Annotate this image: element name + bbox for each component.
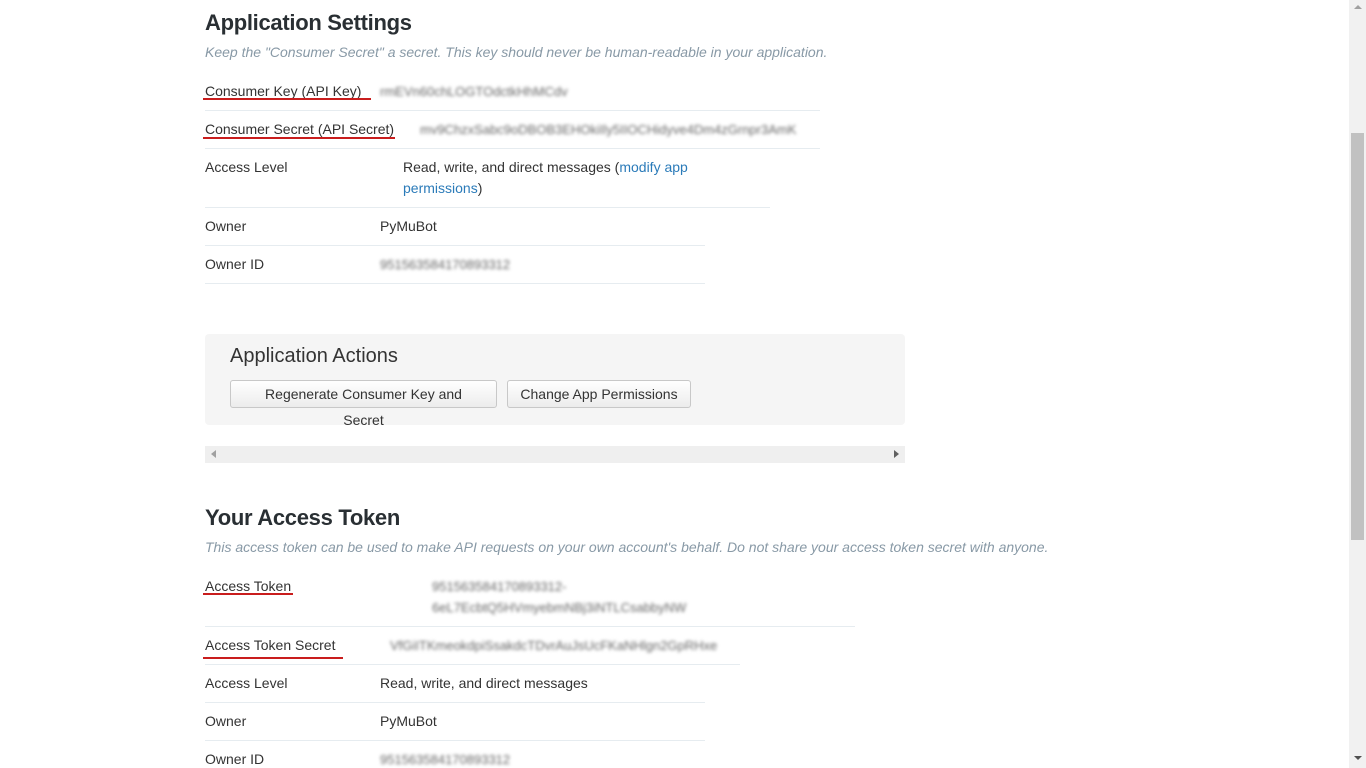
- row-divider: [205, 664, 740, 665]
- annotation-underline: [203, 137, 395, 139]
- owner-label: Owner: [205, 218, 247, 234]
- consumer-secret-value: mv9ChzxSabc9oDBOB3EHOkiIly5IIOCHidyve4Dm…: [420, 122, 797, 137]
- row-divider: [205, 740, 705, 741]
- row-divider: [205, 283, 705, 284]
- row-divider: [205, 245, 705, 246]
- annotation-underline: [203, 593, 293, 595]
- token-access-level-value: Read, write, and direct messages: [380, 675, 588, 691]
- access-token-description: This access token can be used to make AP…: [205, 539, 1049, 555]
- token-owner-value: PyMuBot: [380, 713, 437, 729]
- annotation-underline: [203, 657, 343, 659]
- app-settings-title: Application Settings: [205, 10, 412, 35]
- scroll-right-icon[interactable]: [894, 450, 899, 458]
- row-divider: [205, 207, 770, 208]
- annotation-underline: [203, 98, 371, 100]
- access-token-value-line2: 6eL7EcbtQ5HVmyebmNBj3iNTLCsabbyNW: [432, 600, 687, 615]
- scrollbar-thumb[interactable]: [1351, 133, 1364, 540]
- vertical-scrollbar[interactable]: [1349, 0, 1366, 768]
- token-owner-label: Owner: [205, 713, 247, 729]
- row-divider: [205, 110, 820, 111]
- row-divider: [205, 702, 705, 703]
- access-token-title: Your Access Token: [205, 505, 401, 530]
- row-divider: [205, 626, 855, 627]
- scroll-up-icon[interactable]: [1354, 5, 1362, 9]
- access-level-value: Read, write, and direct messages (modify…: [403, 159, 688, 175]
- consumer-secret-label: Consumer Secret (API Secret): [205, 121, 395, 137]
- access-level-close: ): [477, 180, 483, 196]
- application-actions-title: Application Actions: [230, 345, 398, 367]
- token-owner-id-label: Owner ID: [205, 751, 265, 767]
- consumer-key-value: rmEVn60chLOGTOdctkHhMCdv: [380, 84, 568, 99]
- application-actions-panel: Application Actions Regenerate Consumer …: [205, 334, 905, 428]
- consumer-key-label: Consumer Key (API Key): [205, 83, 362, 99]
- scroll-down-icon[interactable]: [1354, 756, 1362, 760]
- token-access-level-label: Access Level: [205, 675, 288, 691]
- modify-app-permissions-link[interactable]: modify app: [619, 159, 687, 175]
- regenerate-keys-button[interactable]: Regenerate Consumer Key and Secret: [230, 380, 497, 428]
- row-divider: [205, 148, 820, 149]
- access-level-text: Read, write, and direct messages (: [403, 159, 620, 175]
- owner-value: PyMuBot: [380, 218, 437, 234]
- access-token-secret-value: VfGiITKmeokdpiSsakdcTDvrAuJsUcFKaNHlgn2G…: [390, 638, 718, 653]
- app-settings-description: Keep the "Consumer Secret" a secret. Thi…: [205, 44, 828, 60]
- change-app-permissions-button[interactable]: Change App Permissions: [507, 380, 691, 408]
- access-level-value-line2: permissions): [403, 180, 482, 196]
- owner-id-value: 951563584170893312: [380, 257, 511, 272]
- access-token-secret-label: Access Token Secret: [205, 637, 336, 653]
- access-token-value: 951563584170893312-: [432, 579, 567, 594]
- owner-id-label: Owner ID: [205, 256, 265, 272]
- access-token-label: Access Token: [205, 578, 292, 594]
- modify-app-permissions-link-cont[interactable]: permissions: [403, 180, 478, 196]
- token-owner-id-value: 951563584170893312: [380, 752, 511, 767]
- horizontal-scrollbar[interactable]: [205, 446, 905, 463]
- scroll-left-icon[interactable]: [211, 450, 216, 458]
- access-level-label: Access Level: [205, 159, 288, 175]
